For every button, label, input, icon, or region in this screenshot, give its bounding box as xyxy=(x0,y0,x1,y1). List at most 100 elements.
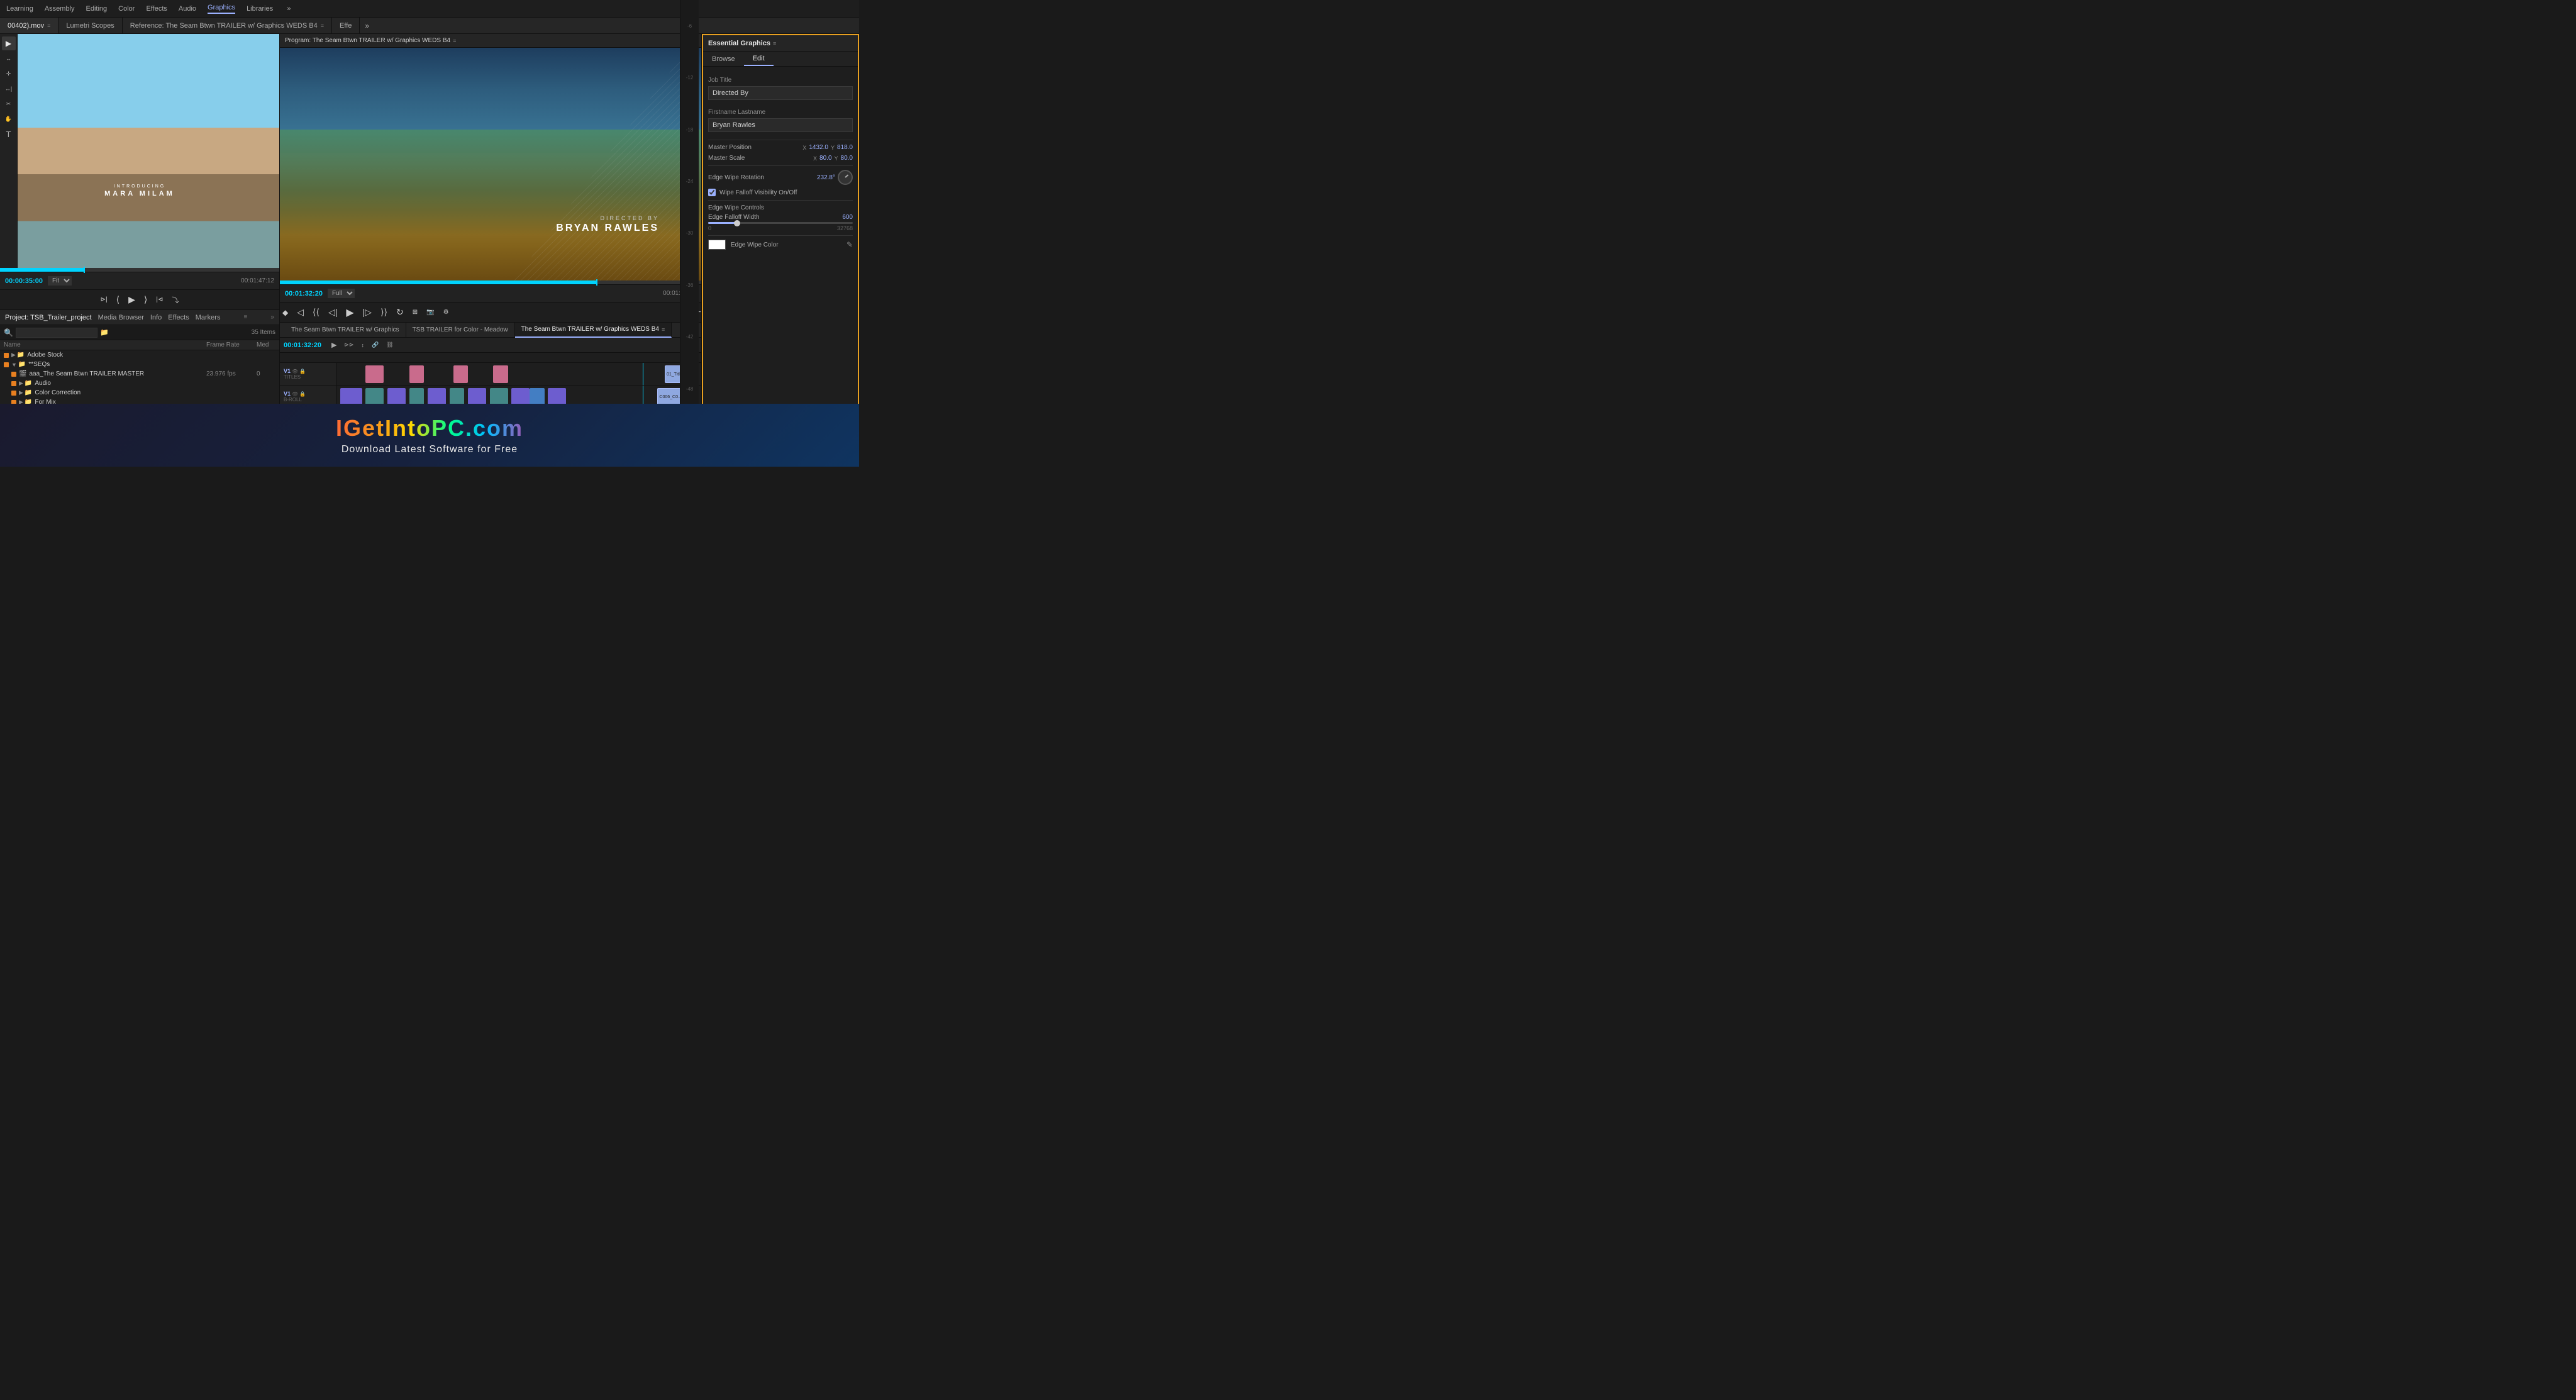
selection-tool[interactable]: ▶ xyxy=(2,36,16,50)
track-v2-lock-icon[interactable]: 🔒 xyxy=(299,391,306,397)
clip-broll-7[interactable] xyxy=(468,388,486,406)
scale-x-value[interactable]: 80.0 xyxy=(819,155,831,162)
pos-x-value[interactable]: 1432.0 xyxy=(809,144,828,151)
rotation-dial[interactable] xyxy=(838,170,853,185)
job-title-field[interactable] xyxy=(708,86,853,100)
slider-thumb[interactable] xyxy=(734,220,740,226)
ripple-edit-tool[interactable]: ✛ xyxy=(2,67,16,81)
pos-y-value[interactable]: 818.0 xyxy=(837,144,853,151)
clip-broll-4[interactable] xyxy=(409,388,424,406)
project-panel-menu[interactable]: ≡ xyxy=(244,314,248,321)
source-fit-select[interactable]: Fit xyxy=(48,276,72,286)
source-tab[interactable]: 00402).mov ≡ xyxy=(0,18,58,33)
prog-play[interactable]: ▶ xyxy=(343,305,356,320)
eg-edit-tab[interactable]: Edit xyxy=(744,52,774,66)
list-item[interactable]: 🎬 The Seam Btwn TRAILER w/ Graphics REVI… xyxy=(0,435,279,442)
nav-more[interactable]: » xyxy=(287,5,291,13)
list-item[interactable]: 🎬 The Seam Btwn TRAILER w/ Graphics 23.9… xyxy=(0,416,279,426)
eg-menu-icon[interactable]: ≡ xyxy=(773,40,776,47)
timeline-tab-0[interactable]: The Seam Btwn TRAILER w/ Graphics xyxy=(285,323,406,338)
prog-safe-margins[interactable]: ⊞ xyxy=(410,308,420,317)
hand-tool[interactable]: ✋ xyxy=(2,112,16,126)
list-item[interactable]: 🎬 aaa_The Seam Btwn TRAILER MASTER 23.97… xyxy=(0,369,279,379)
nav-assembly[interactable]: Assembly xyxy=(45,5,75,13)
nav-audio[interactable]: Audio xyxy=(179,5,196,13)
find-btn[interactable]: 🔍 xyxy=(31,444,42,455)
prog-add-marker[interactable]: ◆ xyxy=(280,307,291,318)
tl-select-tool[interactable]: ▶ xyxy=(329,340,339,350)
nav-graphics[interactable]: Graphics xyxy=(208,4,235,14)
list-item[interactable]: ▶ 📁 For Mix xyxy=(0,397,279,407)
play-btn[interactable]: ▶ xyxy=(126,293,138,306)
prog-settings[interactable]: ⚙ xyxy=(441,308,452,317)
markers-tab[interactable]: Markers xyxy=(196,314,221,321)
track-select-tool[interactable]: ↔ xyxy=(2,52,16,65)
prog-go-next[interactable]: ⟩⟩ xyxy=(378,306,390,319)
clip-broll-9[interactable] xyxy=(511,388,530,406)
clip-broll-6[interactable] xyxy=(450,388,464,406)
search-input[interactable] xyxy=(16,328,97,338)
razor-tool[interactable]: ✂ xyxy=(2,97,16,111)
panel-tabs-more[interactable]: » xyxy=(360,21,374,30)
program-header-menu[interactable]: ≡ xyxy=(453,38,456,44)
clip-broll-1[interactable] xyxy=(340,388,362,406)
track-lock-icon[interactable]: 🔒 xyxy=(299,369,306,374)
nav-editing[interactable]: Editing xyxy=(86,5,108,13)
clip-4[interactable] xyxy=(493,365,508,383)
audio-clip[interactable]: A001_C004_0219A4... xyxy=(584,411,635,428)
nav-learning[interactable]: Learning xyxy=(6,5,33,13)
eg-browse-tab[interactable]: Browse xyxy=(703,52,744,66)
list-item[interactable]: 🎬 The Seam Btwn TRAILER w/ Graphics CHAN… xyxy=(0,426,279,435)
track-v2-eye-icon[interactable]: 👁 xyxy=(292,391,298,397)
edge-wipe-color-edit-btn[interactable]: ✎ xyxy=(847,240,853,249)
prog-step-back[interactable]: ◁| xyxy=(326,306,340,319)
clip-2[interactable] xyxy=(409,365,424,383)
tl-snap[interactable]: 🔗 xyxy=(369,340,381,350)
wipe-falloff-checkbox[interactable] xyxy=(708,189,716,196)
clip-broll-11[interactable] xyxy=(548,388,566,406)
mark-in-btn[interactable]: ⊳| xyxy=(98,295,110,304)
nav-effects[interactable]: Effects xyxy=(146,5,167,13)
prog-step-fwd[interactable]: |▷ xyxy=(360,306,374,319)
clip-broll-3[interactable] xyxy=(387,388,406,406)
clip-broll-2[interactable] xyxy=(365,388,384,406)
effects-panel-tab[interactable]: Effects xyxy=(168,314,189,321)
new-bin-btn[interactable]: 📁 xyxy=(4,444,15,455)
new-bin-icon[interactable]: 📁 xyxy=(100,328,109,336)
edge-wipe-color-swatch[interactable] xyxy=(708,240,726,250)
tl-ripple-edit[interactable]: ↕ xyxy=(359,341,367,350)
tl-track-select[interactable]: ⊳⊳ xyxy=(341,340,356,350)
type-tool[interactable]: T xyxy=(2,127,16,141)
prog-go-prev[interactable]: ⟨⟨ xyxy=(310,306,322,319)
step-fwd-btn[interactable]: ⟩ xyxy=(142,293,150,306)
track-eye-icon[interactable]: 👁 xyxy=(292,369,298,374)
clip-1[interactable] xyxy=(365,365,384,383)
mark-out-btn[interactable]: |⊲ xyxy=(153,295,165,304)
nav-color[interactable]: Color xyxy=(118,5,135,13)
source-timeline-bar[interactable] xyxy=(0,268,279,272)
program-fit-select[interactable]: Full xyxy=(328,289,355,298)
reference-tab[interactable]: Reference: The Seam Btwn TRAILER w/ Grap… xyxy=(123,18,332,33)
edge-falloff-slider[interactable] xyxy=(708,222,853,224)
list-item[interactable]: ▶ 📁 Adobe Stock xyxy=(0,350,279,360)
list-item[interactable]: ▼ 📁 Graphics xyxy=(0,407,279,416)
timeline-tab-menu[interactable]: ≡ xyxy=(662,326,665,333)
clip-broll-10[interactable] xyxy=(530,388,544,406)
clip-broll-8[interactable] xyxy=(490,388,508,406)
info-tab[interactable]: Info xyxy=(150,314,162,321)
list-item[interactable]: ▼ 📁 **SEQs xyxy=(0,360,279,369)
prog-step-back-frame[interactable]: ◁ xyxy=(294,306,306,319)
list-item[interactable]: ▶ 📁 Audio xyxy=(0,379,279,388)
prog-loop[interactable]: ↻ xyxy=(394,306,406,319)
timeline-tab-1[interactable]: TSB TRAILER for Color - Meadow xyxy=(406,323,515,338)
clip-broll-5[interactable] xyxy=(428,388,446,406)
edge-wipe-rotation-value[interactable]: 232.8° xyxy=(817,174,835,181)
lumetri-tab[interactable]: Lumetri Scopes xyxy=(58,18,122,33)
list-item[interactable]: ▶ 📁 Color Correction xyxy=(0,388,279,397)
project-panel-expand[interactable]: » xyxy=(270,314,274,321)
firstname-field[interactable] xyxy=(708,118,853,132)
delete-btn[interactable]: 🗑 xyxy=(45,444,56,455)
prog-export-frame[interactable]: 📷 xyxy=(424,308,436,317)
new-item-btn[interactable]: 🎬 xyxy=(18,444,29,455)
media-browser-tab[interactable]: Media Browser xyxy=(98,314,144,321)
